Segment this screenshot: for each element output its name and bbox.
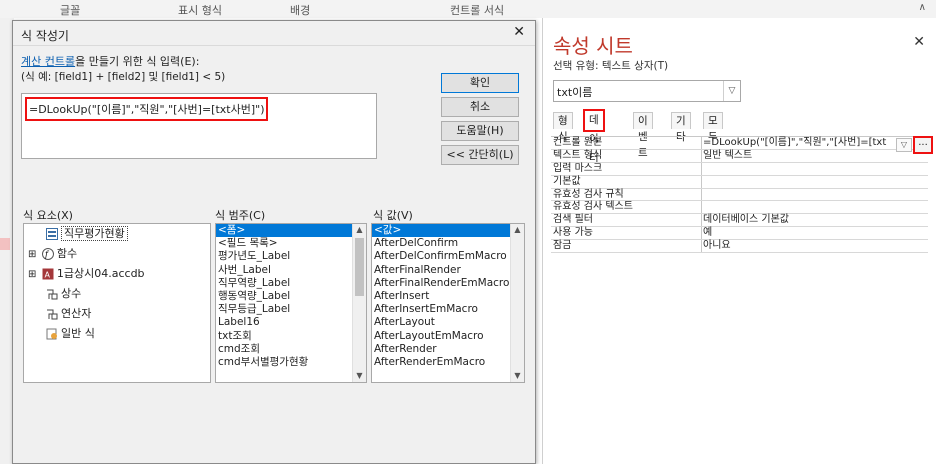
property-row[interactable]: 기본값 [551,175,928,189]
scroll-thumb[interactable] [355,238,364,296]
list-item[interactable]: 직무등급_Label [216,303,366,316]
property-row[interactable]: 사용 가능 예 [551,227,928,241]
expression-editor[interactable]: =DLookUp("[이름]","직원","[사번]=[txt사번]") [21,93,377,159]
ribbon-group-control-format[interactable]: 컨트롤 서식 [450,2,504,18]
list-item[interactable]: AfterFinalRenderEmMacro [372,277,524,290]
property-row[interactable]: 유효성 검사 규칙 [551,188,928,202]
instruction-rest: 을 만들기 위한 식 입력(E): [75,55,200,68]
sheet-title: 속성 시트 [553,34,633,58]
list-item[interactable]: Label16 [216,316,366,329]
scroll-up-icon[interactable]: ▲ [353,224,366,236]
list-item[interactable]: <폼> [216,224,366,238]
list-item[interactable]: AfterInsert [372,290,524,303]
ribbon-group-number-format[interactable]: 표시 형식 [178,2,222,18]
title-divider [13,45,535,46]
tab-all[interactable]: 모두 [703,112,723,143]
operator-icon [47,309,58,320]
property-sheet: 속성 시트 ✕ 선택 유형: 텍스트 상자(T) txt이름 ▽ 형식 데이터 … [542,18,936,464]
elements-label: 식 요소(X) [23,209,73,222]
expression-builder-button[interactable]: ... [913,136,933,154]
expand-icon[interactable]: ⊞ [28,269,36,280]
list-item[interactable]: AfterRender [372,343,524,356]
calculated-control-link[interactable]: 계산 컨트롤 [21,55,75,68]
list-item[interactable]: AfterFinalRender [372,264,524,277]
expression-elements-tree[interactable]: 직무평가현황 ⊞ f 함수 ⊞ A 1급상시04.accdb 상수 연산자 일반 식 [23,223,211,383]
chevron-down-icon[interactable]: ▽ [723,81,740,101]
cancel-button[interactable]: 취소 [441,97,519,117]
list-item[interactable]: 평가년도_Label [216,250,366,263]
list-item[interactable]: AfterLayoutEmMacro [372,330,524,343]
list-item[interactable]: AfterRenderEmMacro [372,356,524,369]
property-row[interactable]: 잠금 아니요 [551,240,928,254]
tree-item-common-expressions[interactable]: 일반 식 [24,324,210,344]
ribbon-bar: 글꼴 표시 형식 배경 컨트롤 서식 ∧ [0,0,936,19]
scroll-down-icon[interactable]: ▼ [353,370,366,382]
property-row[interactable]: 입력 마스크 [551,162,928,176]
selection-type: 선택 유형: 텍스트 상자(T) [553,60,669,72]
property-row[interactable]: 텍스트 형식 일반 텍스트 [551,149,928,163]
tab-event[interactable]: 이벤트 [633,112,653,159]
property-row[interactable]: 유효성 검사 텍스트 [551,201,928,215]
categories-scrollbar[interactable]: ▲ ▼ [352,224,366,382]
less-button[interactable]: << 간단히(L) [441,145,519,165]
dialog-title: 식 작성기 [21,29,69,43]
values-label: 식 값(V) [373,209,413,222]
property-row[interactable]: 검색 필터 데이터베이스 기본값 [551,214,928,228]
expression-categories-list[interactable]: <폼> <필드 목록> 평가년도_Label 사번_Label 직무역량_Lab… [215,223,367,383]
property-grid: 컨트롤 원본 =DLookUp("[이름]","직원","[사번]=[txt 텍스… [551,136,928,254]
ribbon-group-background[interactable]: 배경 [290,2,310,18]
ok-button[interactable]: 확인 [441,73,519,93]
splitter-handle[interactable] [13,181,25,189]
list-item[interactable]: cmd부서별평가현황 [216,356,366,369]
scroll-down-icon[interactable]: ▼ [511,370,524,382]
function-icon: f [41,248,54,260]
svg-text:A: A [44,271,50,280]
values-scrollbar[interactable]: ▲ ▼ [510,224,524,382]
list-item[interactable]: AfterDelConfirm [372,237,524,250]
ribbon-group-font[interactable]: 글꼴 [60,2,80,18]
scroll-up-icon[interactable]: ▲ [511,224,524,236]
property-row[interactable]: 컨트롤 원본 =DLookUp("[이름]","직원","[사번]=[txt [551,137,928,150]
control-selector[interactable]: txt이름 ▽ [553,80,741,102]
list-item[interactable]: 사번_Label [216,264,366,277]
help-button[interactable]: 도움말(H) [441,121,519,141]
list-item[interactable]: 행동역량_Label [216,290,366,303]
list-item[interactable]: AfterInsertEmMacro [372,303,524,316]
tab-format[interactable]: 형식 [553,112,573,143]
close-icon[interactable]: ✕ [513,24,525,40]
expand-icon[interactable]: ⊞ [28,249,36,260]
expression-text[interactable]: =DLookUp("[이름]","직원","[사번]=[txt사번]") [25,97,269,121]
selected-section-marker [0,238,10,250]
expression-builder-dialog: 식 작성기 ✕ 계산 컨트롤을 만들기 위한 식 입력(E): (식 예: [f… [12,20,536,464]
instruction-text: 계산 컨트롤을 만들기 위한 식 입력(E): [21,53,199,69]
close-icon[interactable]: ✕ [913,34,925,50]
database-icon: A [42,268,54,280]
list-item[interactable]: AfterDelConfirmEmMacro [372,250,524,263]
tab-data[interactable]: 데이터 [583,109,605,164]
tree-item-database[interactable]: ⊞ A 1급상시04.accdb [24,264,210,284]
list-item[interactable]: <값> [372,224,524,238]
ribbon-collapse-icon[interactable]: ∧ [919,2,926,13]
tree-item-form[interactable]: 직무평가현황 [24,224,210,244]
list-item[interactable]: cmd조회 [216,343,366,356]
list-item[interactable]: 직무역량_Label [216,277,366,290]
list-item[interactable]: <필드 목록> [216,237,366,250]
tree-item-constants[interactable]: 상수 [24,284,210,304]
form-icon [46,228,58,240]
list-item[interactable]: AfterLayout [372,316,524,329]
constant-icon [47,289,58,300]
selected-control: txt이름 [557,86,593,99]
expression-icon [46,328,57,340]
list-item[interactable]: txt조회 [216,330,366,343]
tree-item-functions[interactable]: ⊞ f 함수 [24,244,210,264]
tree-item-operators[interactable]: 연산자 [24,304,210,324]
expression-example: (식 예: [field1] + [field2] 및 [field1] < 5… [21,71,226,83]
categories-label: 식 범주(C) [215,209,266,222]
tab-other[interactable]: 기타 [671,112,691,143]
chevron-down-icon[interactable]: ▽ [896,138,912,152]
expression-values-list[interactable]: <값> AfterDelConfirm AfterDelConfirmEmMac… [371,223,525,383]
